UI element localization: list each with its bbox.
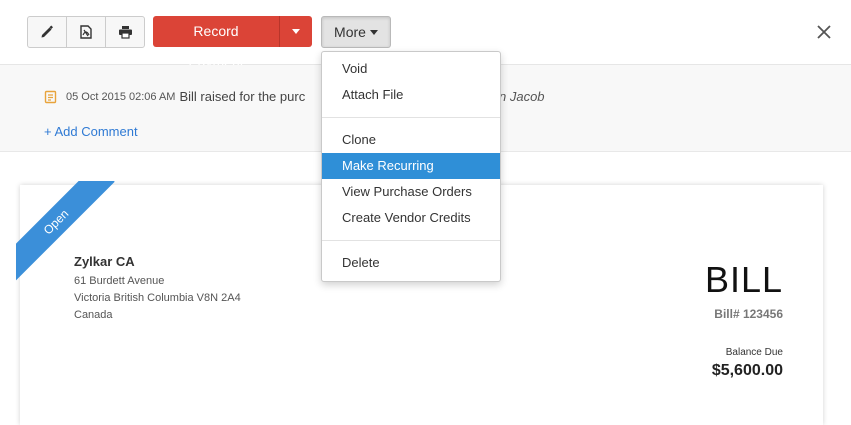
menu-item-void[interactable]: Void (322, 56, 500, 82)
edit-button[interactable] (28, 17, 67, 47)
menu-item-attach-file[interactable]: Attach File (322, 82, 500, 108)
balance-due-amount: $5,600.00 (711, 362, 783, 379)
document-title: BILL (704, 259, 783, 300)
add-comment-link[interactable]: + Add Comment (44, 124, 138, 139)
menu-item-create-vendor-credits[interactable]: Create Vendor Credits (322, 205, 500, 231)
close-icon[interactable] (814, 22, 834, 42)
balance-due-label: Balance Due (725, 347, 783, 358)
address-line: Victoria British Columbia V8N 2A4 (74, 292, 241, 304)
vendor-address-block: Zylkar CA 61 Burdett Avenue Victoria Bri… (74, 254, 241, 324)
activity-timestamp: 05 Oct 2015 02:06 AM (66, 90, 176, 103)
bill-number: Bill# 123456 (714, 307, 783, 321)
record-payment-group: Record Payment (153, 16, 312, 70)
activity-user: n Jacob (499, 89, 545, 104)
activity-entry: 05 Oct 2015 02:06 AM Bill raised for the… (44, 89, 545, 104)
menu-item-delete[interactable]: Delete (322, 250, 500, 276)
chevron-down-icon (369, 30, 378, 35)
pencil-icon (41, 25, 54, 38)
menu-item-clone[interactable]: Clone (322, 127, 500, 153)
record-payment-dropdown-toggle[interactable] (279, 16, 312, 47)
activity-text: Bill raised for the purc (179, 89, 306, 104)
menu-divider (322, 240, 500, 241)
menu-item-make-recurring[interactable]: Make Recurring (322, 153, 500, 179)
printer-icon (118, 26, 132, 39)
address-line: 61 Burdett Avenue (74, 275, 165, 287)
action-icon-group (27, 16, 145, 48)
note-icon (44, 90, 57, 103)
record-payment-button[interactable]: Record Payment (153, 16, 279, 70)
more-button[interactable]: More (321, 16, 391, 48)
more-label: More (334, 24, 366, 40)
pdf-button[interactable] (67, 17, 106, 47)
pdf-icon (80, 25, 92, 39)
menu-item-view-purchase-orders[interactable]: View Purchase Orders (322, 179, 500, 205)
more-dropdown-menu: Void Attach File Clone Make Recurring Vi… (321, 51, 501, 282)
vendor-name: Zylkar CA (74, 254, 135, 269)
print-button[interactable] (106, 17, 144, 47)
chevron-down-icon (292, 29, 300, 34)
menu-divider (322, 117, 500, 118)
address-line: Canada (74, 309, 113, 321)
